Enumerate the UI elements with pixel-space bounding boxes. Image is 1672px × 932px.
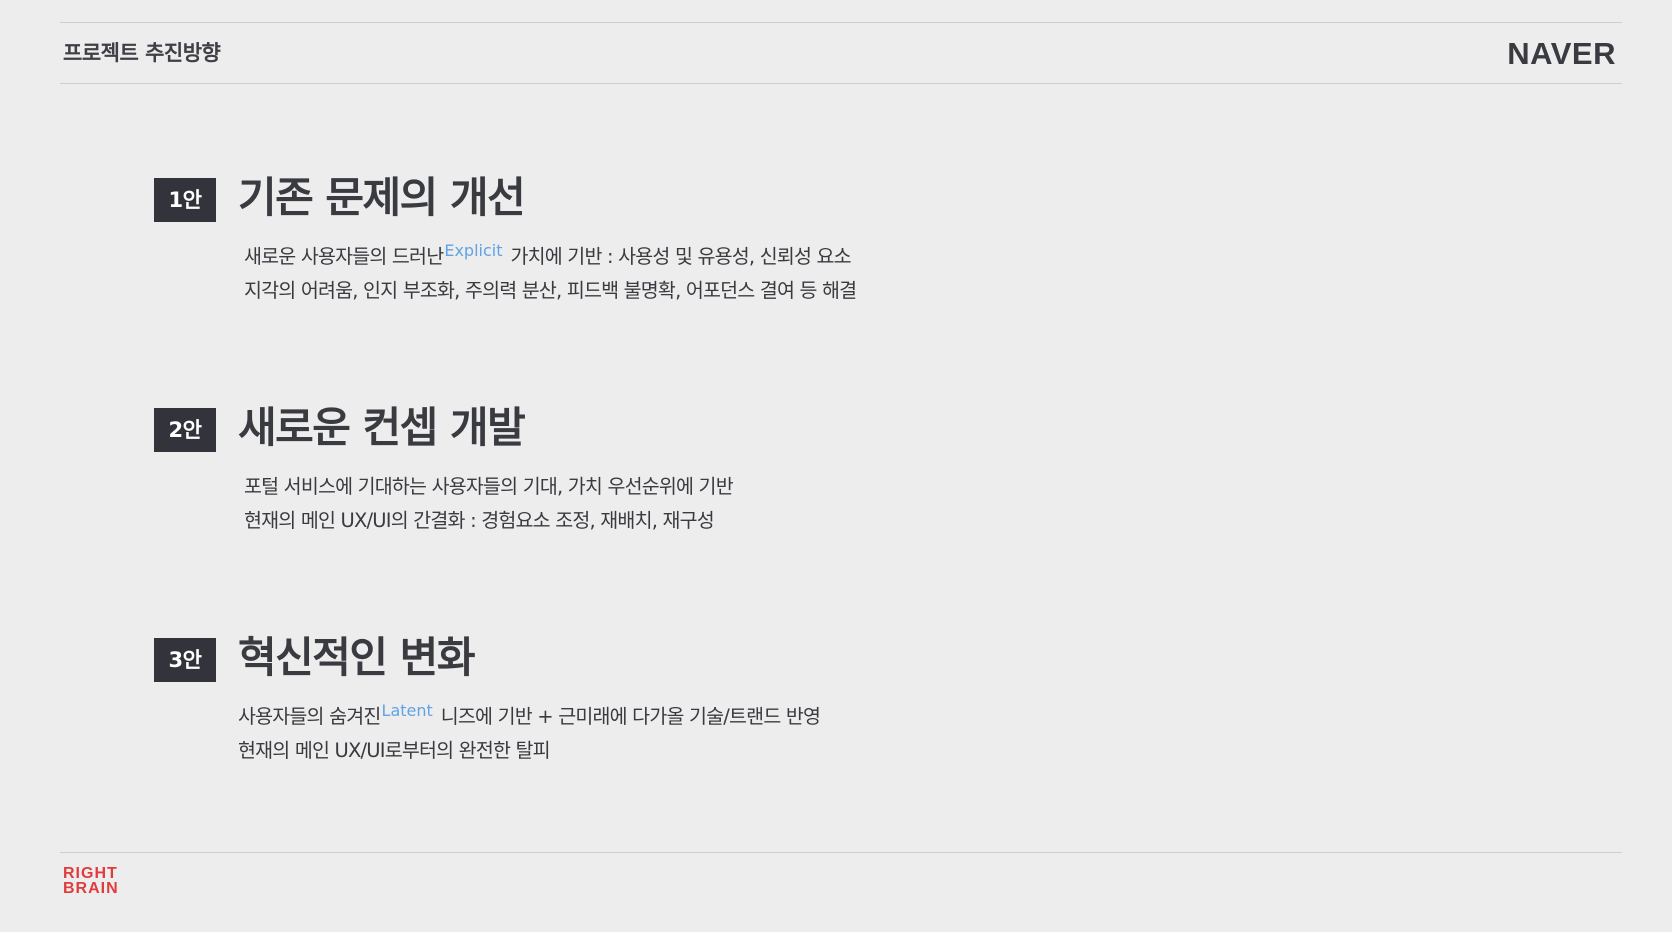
option-badge: 3안 (154, 638, 216, 682)
description-text: 가치에 기반 : 사용성 및 유용성, 신뢰성 요소 (510, 245, 851, 268)
section-description-line: 사용자들의 숨겨진Latent 니즈에 기반 + 근미래에 다가올 기술/트랜드 … (238, 701, 821, 731)
superscript-note: Explicit (444, 241, 503, 260)
section-title: 새로운 컨셉 개발 (238, 403, 526, 452)
footer-rule (60, 852, 1622, 853)
naver-logo: NAVER (1507, 36, 1616, 71)
section-description-line: 포털 서비스에 기대하는 사용자들의 기대, 가치 우선순위에 기반 (244, 475, 734, 498)
description-text: 니즈에 기반 + 근미래에 다가올 기술/트랜드 반영 (440, 705, 821, 728)
section-description-line: 지각의 어려움, 인지 부조화, 주의력 분산, 피드백 불명확, 어포던스 결… (244, 279, 857, 302)
logo-line: BRAIN (63, 880, 119, 897)
section-description-line: 새로운 사용자들의 드러난Explicit 가치에 기반 : 사용성 및 유용성,… (244, 241, 852, 271)
header-top-rule (60, 22, 1622, 23)
rightbrain-logo: RIGHT BRAIN (63, 865, 119, 897)
option-badge: 2안 (154, 408, 216, 452)
section-title: 기존 문제의 개선 (238, 173, 526, 222)
header-bottom-rule (60, 83, 1622, 84)
section-description-line: 현재의 메인 UX/UI로부터의 완전한 탈피 (238, 739, 551, 762)
description-text: 사용자들의 숨겨진 (238, 705, 381, 728)
section-title: 혁신적인 변화 (238, 633, 475, 682)
option-badge: 1안 (154, 178, 216, 222)
page-title: 프로젝트 추진방향 (63, 41, 221, 65)
superscript-note: Latent (381, 701, 433, 720)
description-text: 새로운 사용자들의 드러난 (244, 245, 444, 268)
section-description-line: 현재의 메인 UX/UI의 간결화 : 경험요소 조정, 재배치, 재구성 (244, 509, 715, 532)
logo-line: RIGHT (63, 865, 118, 882)
